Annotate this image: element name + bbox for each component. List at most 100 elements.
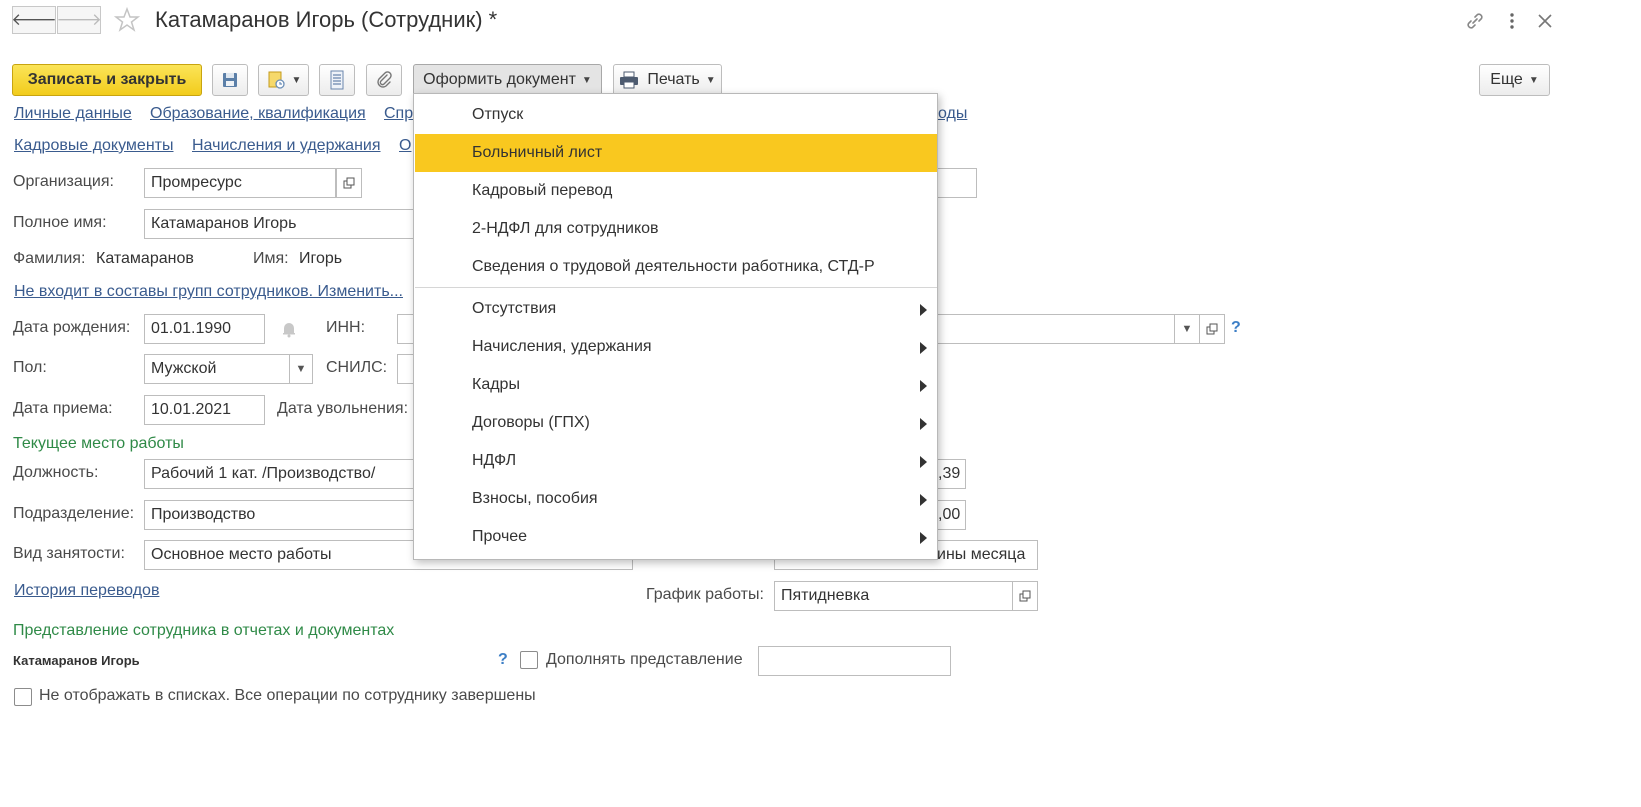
right-top-field[interactable] (937, 168, 977, 198)
attach-file-button[interactable] (366, 64, 402, 96)
close-icon (1538, 14, 1552, 28)
menu-item-std-r[interactable]: Сведения о трудовой деятельности работни… (415, 248, 937, 286)
schedule-open-button[interactable] (1012, 581, 1038, 611)
menu-item-ndfl2[interactable]: 2-НДФЛ для сотрудников (415, 210, 937, 248)
tab-income-partial[interactable]: оды (938, 105, 967, 123)
hide-in-lists-checkbox[interactable] (14, 688, 32, 706)
forward-button[interactable]: 🡒 (56, 6, 102, 34)
fullname-label: Полное имя: (13, 214, 107, 231)
position-field[interactable]: Рабочий 1 кат. /Производство/ (144, 459, 414, 489)
favorite-button[interactable] (113, 6, 141, 34)
create-based-on-button[interactable]: ▼ (258, 64, 309, 96)
chevron-right-icon (920, 532, 927, 544)
page-title: Катамаранов Игорь (Сотрудник) * (155, 7, 498, 32)
save-button[interactable] (212, 64, 248, 96)
submenu-contributions[interactable]: Взносы, пособия (415, 480, 937, 518)
save-icon (223, 73, 237, 87)
chevron-right-icon (920, 418, 927, 430)
tab-other-partial[interactable]: О (399, 137, 411, 155)
fullname-field[interactable]: Катамаранов Игорь (144, 209, 414, 239)
chevron-down-icon: ▼ (291, 74, 302, 86)
hire-date-label: Дата приема: (13, 400, 113, 417)
save-and-close-button[interactable]: Записать и закрыть (12, 64, 202, 96)
position-label: Должность: (13, 464, 99, 481)
snils-label: СНИЛС: (326, 359, 388, 376)
inn-label: ИНН: (326, 319, 366, 336)
employee-groups-link[interactable]: Не входит в составы групп сотрудников. И… (14, 283, 403, 301)
schedule-label: График работы: (646, 586, 764, 603)
bell-icon (283, 323, 295, 338)
department-field[interactable]: Производство (144, 500, 414, 530)
print-button[interactable]: Печать ▼ (613, 64, 722, 96)
issue-document-button[interactable]: Оформить документ ▼ (413, 64, 602, 96)
birthdate-label: Дата рождения: (13, 319, 131, 336)
submenu-absences[interactable]: Отсутствия (415, 290, 937, 328)
dropdown-icon: ▼ (1181, 323, 1193, 335)
help-icon[interactable]: ? (1231, 319, 1241, 337)
dismissal-date-label: Дата увольнения: (277, 400, 409, 417)
forward-arrow-icon: 🡒 (56, 10, 102, 29)
birthday-reminder-button[interactable] (280, 320, 298, 338)
more-button[interactable]: Еще ▼ (1479, 64, 1550, 96)
report-button[interactable] (319, 64, 355, 96)
tab-education[interactable]: Образование, квалификация (150, 105, 366, 123)
organization-label: Организация: (13, 173, 114, 190)
open-form-icon (1206, 323, 1218, 335)
transfer-history-link[interactable]: История переводов (14, 582, 159, 600)
surname-value: Катамаранов (96, 250, 194, 267)
report-icon (330, 70, 344, 90)
right-value-field-2[interactable]: ,00 (937, 500, 966, 530)
right-select-open-button[interactable] (1199, 314, 1225, 344)
back-arrow-icon: 🡐 (11, 10, 57, 29)
menu-item-sick-leave[interactable]: Больничный лист (415, 134, 937, 172)
issue-document-menu: Отпуск Больничный лист Кадровый перевод … (413, 93, 938, 560)
tab-accruals[interactable]: Начисления и удержания (192, 137, 381, 155)
menu-item-vacation[interactable]: Отпуск (415, 96, 937, 134)
organization-open-button[interactable] (336, 168, 362, 198)
submenu-accruals[interactable]: Начисления, удержания (415, 328, 937, 366)
snils-field[interactable] (397, 354, 414, 384)
submenu-ndfl[interactable]: НДФЛ (415, 442, 937, 480)
submenu-contracts[interactable]: Договоры (ГПХ) (415, 404, 937, 442)
tab-references-partial[interactable]: Спр (384, 105, 413, 123)
submenu-hr[interactable]: Кадры (415, 366, 937, 404)
append-representation-field[interactable] (758, 646, 951, 676)
chevron-right-icon (920, 494, 927, 506)
chevron-right-icon (920, 380, 927, 392)
gender-field[interactable]: Мужской (144, 354, 290, 384)
current-job-section: Текущее место работы (13, 435, 184, 452)
kebab-icon (1510, 13, 1514, 29)
name-label: Имя: (253, 250, 289, 267)
organization-field[interactable]: Промресурс (144, 168, 336, 198)
hire-date-field[interactable]: 10.01.2021 (144, 395, 265, 425)
department-label: Подразделение: (13, 505, 135, 522)
append-representation-checkbox[interactable] (520, 651, 538, 669)
chevron-right-icon (920, 456, 927, 468)
submenu-other[interactable]: Прочее (415, 518, 937, 556)
chevron-down-icon: ▼ (1528, 74, 1539, 86)
right-select-field[interactable] (937, 314, 1175, 344)
birthdate-field[interactable]: 01.01.1990 (144, 314, 265, 344)
back-button[interactable]: 🡐 (11, 6, 57, 34)
right-select-dropdown[interactable]: ▼ (1174, 314, 1200, 344)
dropdown-icon: ▼ (295, 363, 307, 375)
inn-field[interactable] (397, 314, 414, 344)
close-button[interactable] (1534, 10, 1556, 32)
create-based-icon (268, 71, 285, 89)
more-actions-button[interactable] (1504, 10, 1520, 32)
chevron-down-icon: ▼ (705, 74, 716, 86)
tab-hr-documents[interactable]: Кадровые документы (14, 137, 174, 155)
tab-personal-data[interactable]: Личные данные (14, 105, 132, 123)
menu-item-transfer[interactable]: Кадровый перевод (415, 172, 937, 210)
gender-label: Пол: (13, 359, 47, 376)
link-icon (1467, 13, 1483, 29)
surname-label: Фамилия: (13, 250, 86, 267)
gender-dropdown[interactable]: ▼ (289, 354, 313, 384)
menu-separator (415, 287, 937, 288)
link-button[interactable] (1464, 10, 1486, 32)
right-value-field-1[interactable]: ,39 (937, 459, 966, 489)
help-icon[interactable]: ? (498, 651, 508, 669)
open-form-icon (1019, 590, 1031, 602)
chevron-down-icon: ▼ (581, 74, 592, 86)
schedule-field[interactable]: Пятидневка (774, 581, 1013, 611)
